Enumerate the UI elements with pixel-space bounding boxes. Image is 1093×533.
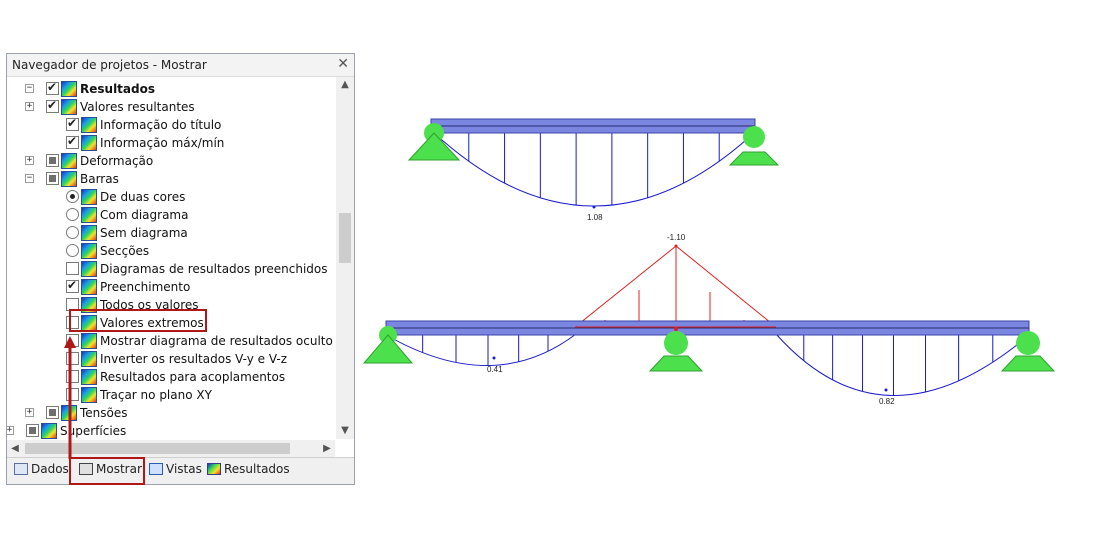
bottom-middle-support xyxy=(648,331,704,372)
negative-extreme-label: -1.10 xyxy=(667,233,686,242)
bottom-beam-diagram: -1.10 0.41 0.82 xyxy=(362,233,1056,406)
top-extreme-label: 1.08 xyxy=(587,213,603,222)
left-extreme-point xyxy=(492,356,496,360)
bottom-ordinate-lines xyxy=(422,328,994,396)
left-extreme-label: 0.41 xyxy=(487,365,503,374)
right-extreme-label: 0.82 xyxy=(879,397,895,406)
middle-node xyxy=(674,327,678,331)
top-extreme-point xyxy=(592,205,596,209)
top-ordinate-lines xyxy=(468,126,720,206)
right-extreme-point xyxy=(884,388,888,392)
right-span-curve xyxy=(775,333,1029,396)
result-diagrams: 1.08 -1.10 0.41 0.82 xyxy=(362,118,1056,406)
top-beam-diagram: 1.08 xyxy=(407,118,780,222)
top-moment-curve xyxy=(432,131,756,207)
negative-extreme-point xyxy=(674,244,678,248)
